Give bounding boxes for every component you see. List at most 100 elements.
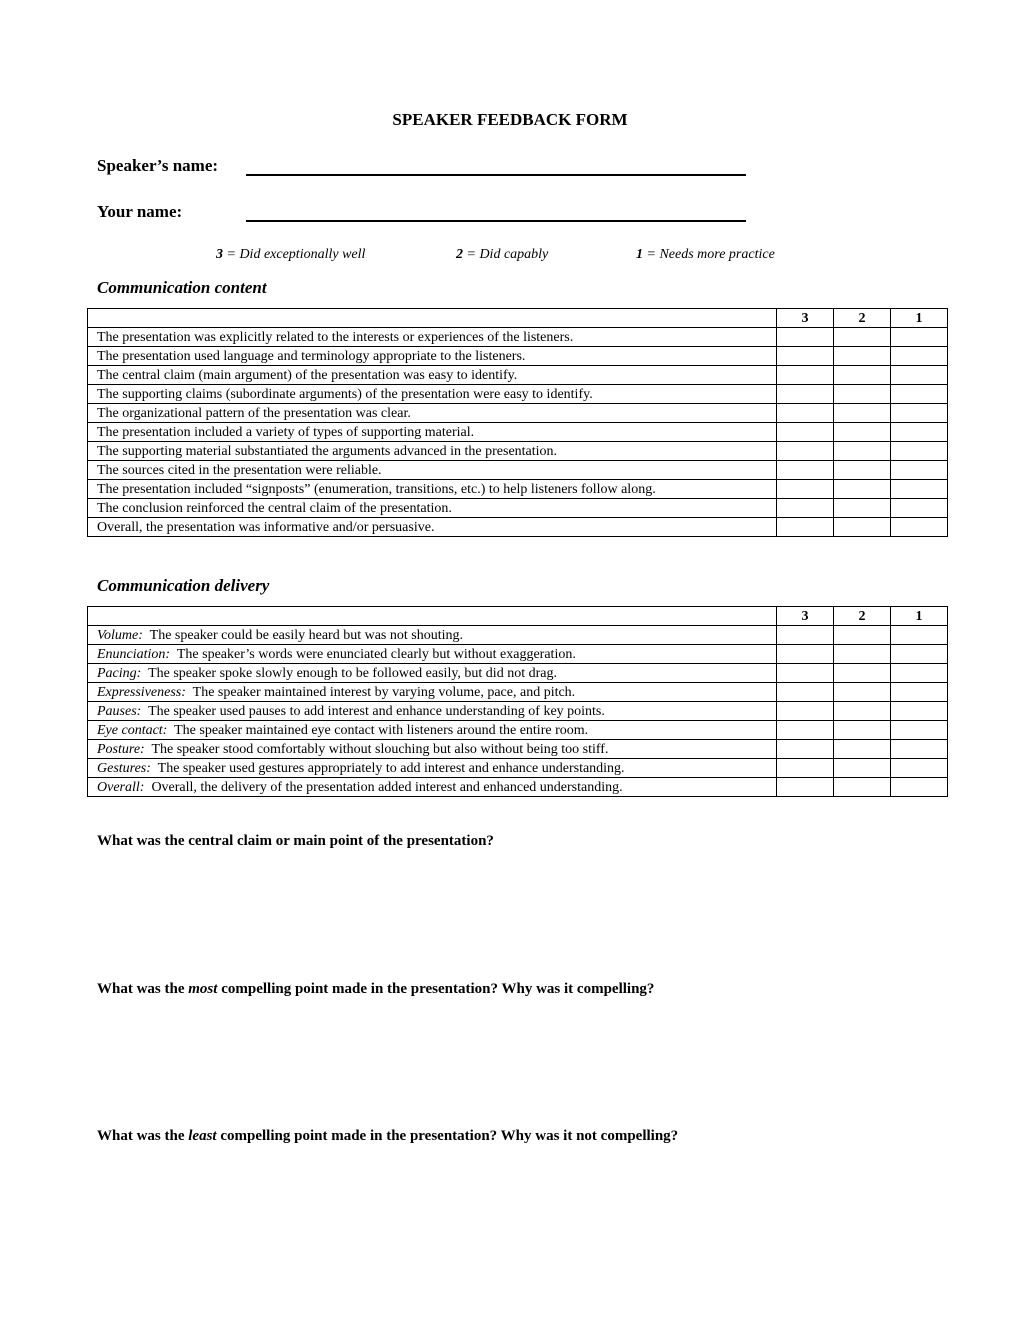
table-row: The organizational pattern of the presen… — [87, 403, 948, 423]
score-cell-1[interactable] — [890, 701, 948, 721]
your-name-field[interactable] — [246, 220, 746, 222]
score-cell-2[interactable] — [833, 384, 891, 404]
score-cell-3[interactable] — [776, 739, 834, 759]
legend-score: 3 — [216, 247, 223, 262]
question-text: compelling point made in the presentatio… — [216, 1128, 679, 1144]
table-row: The conclusion reinforced the central cl… — [87, 498, 948, 518]
score-cell-1[interactable] — [890, 422, 948, 442]
score-cell-1[interactable] — [890, 739, 948, 759]
score-cell-3[interactable] — [776, 720, 834, 740]
table-row: The presentation included a variety of t… — [87, 422, 948, 442]
score-cell-1[interactable] — [890, 777, 948, 797]
score-cell-3[interactable] — [776, 663, 834, 683]
criterion-text: The supporting claims (subordinate argum… — [97, 386, 593, 402]
score-cell-2[interactable] — [833, 365, 891, 385]
score-cell-3[interactable] — [776, 758, 834, 778]
score-cell-1[interactable] — [890, 460, 948, 480]
score-column-header: 2 — [833, 606, 891, 626]
score-cell-1[interactable] — [890, 758, 948, 778]
criterion-cell: Volume: The speaker could be easily hear… — [87, 625, 777, 645]
score-cell-2[interactable] — [833, 479, 891, 499]
table-row: The sources cited in the presentation we… — [87, 460, 948, 480]
criterion-text: The organizational pattern of the presen… — [97, 405, 411, 421]
score-cell-2[interactable] — [833, 739, 891, 759]
score-cell-2[interactable] — [833, 720, 891, 740]
score-cell-3[interactable] — [776, 644, 834, 664]
score-cell-1[interactable] — [890, 479, 948, 499]
score-cell-2[interactable] — [833, 498, 891, 518]
speaker-name-field[interactable] — [246, 174, 746, 176]
criterion-cell: Eye contact: The speaker maintained eye … — [87, 720, 777, 740]
score-cell-3[interactable] — [776, 346, 834, 366]
score-column-header: 3 — [776, 308, 834, 328]
score-cell-1[interactable] — [890, 384, 948, 404]
question-most-compelling: What was the most compelling point made … — [97, 981, 654, 998]
table-row: Volume: The speaker could be easily hear… — [87, 625, 948, 645]
criterion-text: The speaker spoke slowly enough to be fo… — [141, 665, 557, 681]
criterion-text: The supporting material substantiated th… — [97, 443, 558, 459]
criterion-cell: Posture: The speaker stood comfortably w… — [87, 739, 777, 759]
criterion-text: The conclusion reinforced the central cl… — [97, 500, 452, 516]
score-cell-3[interactable] — [776, 460, 834, 480]
score-cell-1[interactable] — [890, 365, 948, 385]
score-cell-2[interactable] — [833, 682, 891, 702]
legend-text: = Did capably — [463, 247, 549, 262]
criterion-cell: The presentation was explicitly related … — [87, 327, 777, 347]
score-cell-1[interactable] — [890, 327, 948, 347]
criterion-label: Volume: — [97, 627, 143, 643]
content-section-heading: Communication content — [97, 278, 267, 297]
score-cell-1[interactable] — [890, 625, 948, 645]
table-row: The supporting material substantiated th… — [87, 441, 948, 461]
score-cell-3[interactable] — [776, 682, 834, 702]
score-cell-3[interactable] — [776, 479, 834, 499]
score-cell-2[interactable] — [833, 422, 891, 442]
score-cell-3[interactable] — [776, 384, 834, 404]
score-cell-2[interactable] — [833, 517, 891, 537]
criterion-cell: The supporting material substantiated th… — [87, 441, 777, 461]
score-cell-3[interactable] — [776, 777, 834, 797]
score-cell-3[interactable] — [776, 517, 834, 537]
legend-text: = Needs more practice — [643, 247, 775, 262]
score-cell-1[interactable] — [890, 517, 948, 537]
score-cell-2[interactable] — [833, 346, 891, 366]
criterion-label: Eye contact: — [97, 722, 168, 738]
criterion-text: Overall, the presentation was informativ… — [97, 519, 435, 535]
score-cell-3[interactable] — [776, 701, 834, 721]
score-cell-1[interactable] — [890, 403, 948, 423]
question-text: What was the — [97, 1128, 189, 1144]
score-cell-2[interactable] — [833, 663, 891, 683]
score-cell-3[interactable] — [776, 327, 834, 347]
score-cell-1[interactable] — [890, 663, 948, 683]
score-cell-2[interactable] — [833, 327, 891, 347]
delivery-rating-table: 3 2 1 Volume: The speaker could be easily h… — [87, 606, 948, 797]
table-row: Posture: The speaker stood comfortably w… — [87, 739, 948, 759]
score-cell-3[interactable] — [776, 441, 834, 461]
score-cell-1[interactable] — [890, 644, 948, 664]
score-cell-2[interactable] — [833, 644, 891, 664]
score-cell-2[interactable] — [833, 460, 891, 480]
table-row: Eye contact: The speaker maintained eye … — [87, 720, 948, 740]
score-cell-3[interactable] — [776, 403, 834, 423]
score-cell-3[interactable] — [776, 625, 834, 645]
criterion-label: Expressiveness: — [97, 684, 186, 700]
score-cell-3[interactable] — [776, 498, 834, 518]
score-cell-1[interactable] — [890, 498, 948, 518]
score-cell-2[interactable] — [833, 701, 891, 721]
criterion-text: The speaker’s words were enunciated clea… — [170, 646, 576, 662]
score-cell-1[interactable] — [890, 441, 948, 461]
score-cell-1[interactable] — [890, 682, 948, 702]
score-cell-3[interactable] — [776, 365, 834, 385]
score-cell-3[interactable] — [776, 422, 834, 442]
score-cell-2[interactable] — [833, 441, 891, 461]
table-row: Overall, the presentation was informativ… — [87, 517, 948, 537]
criterion-text: The speaker stood comfortably without sl… — [144, 741, 609, 757]
score-cell-1[interactable] — [890, 346, 948, 366]
table-row: The supporting claims (subordinate argum… — [87, 384, 948, 404]
score-cell-2[interactable] — [833, 777, 891, 797]
score-cell-2[interactable] — [833, 758, 891, 778]
table-row: Expressiveness: The speaker maintained i… — [87, 682, 948, 702]
score-cell-2[interactable] — [833, 403, 891, 423]
legend-item: 1 = Needs more practice — [636, 247, 775, 263]
score-cell-1[interactable] — [890, 720, 948, 740]
score-cell-2[interactable] — [833, 625, 891, 645]
